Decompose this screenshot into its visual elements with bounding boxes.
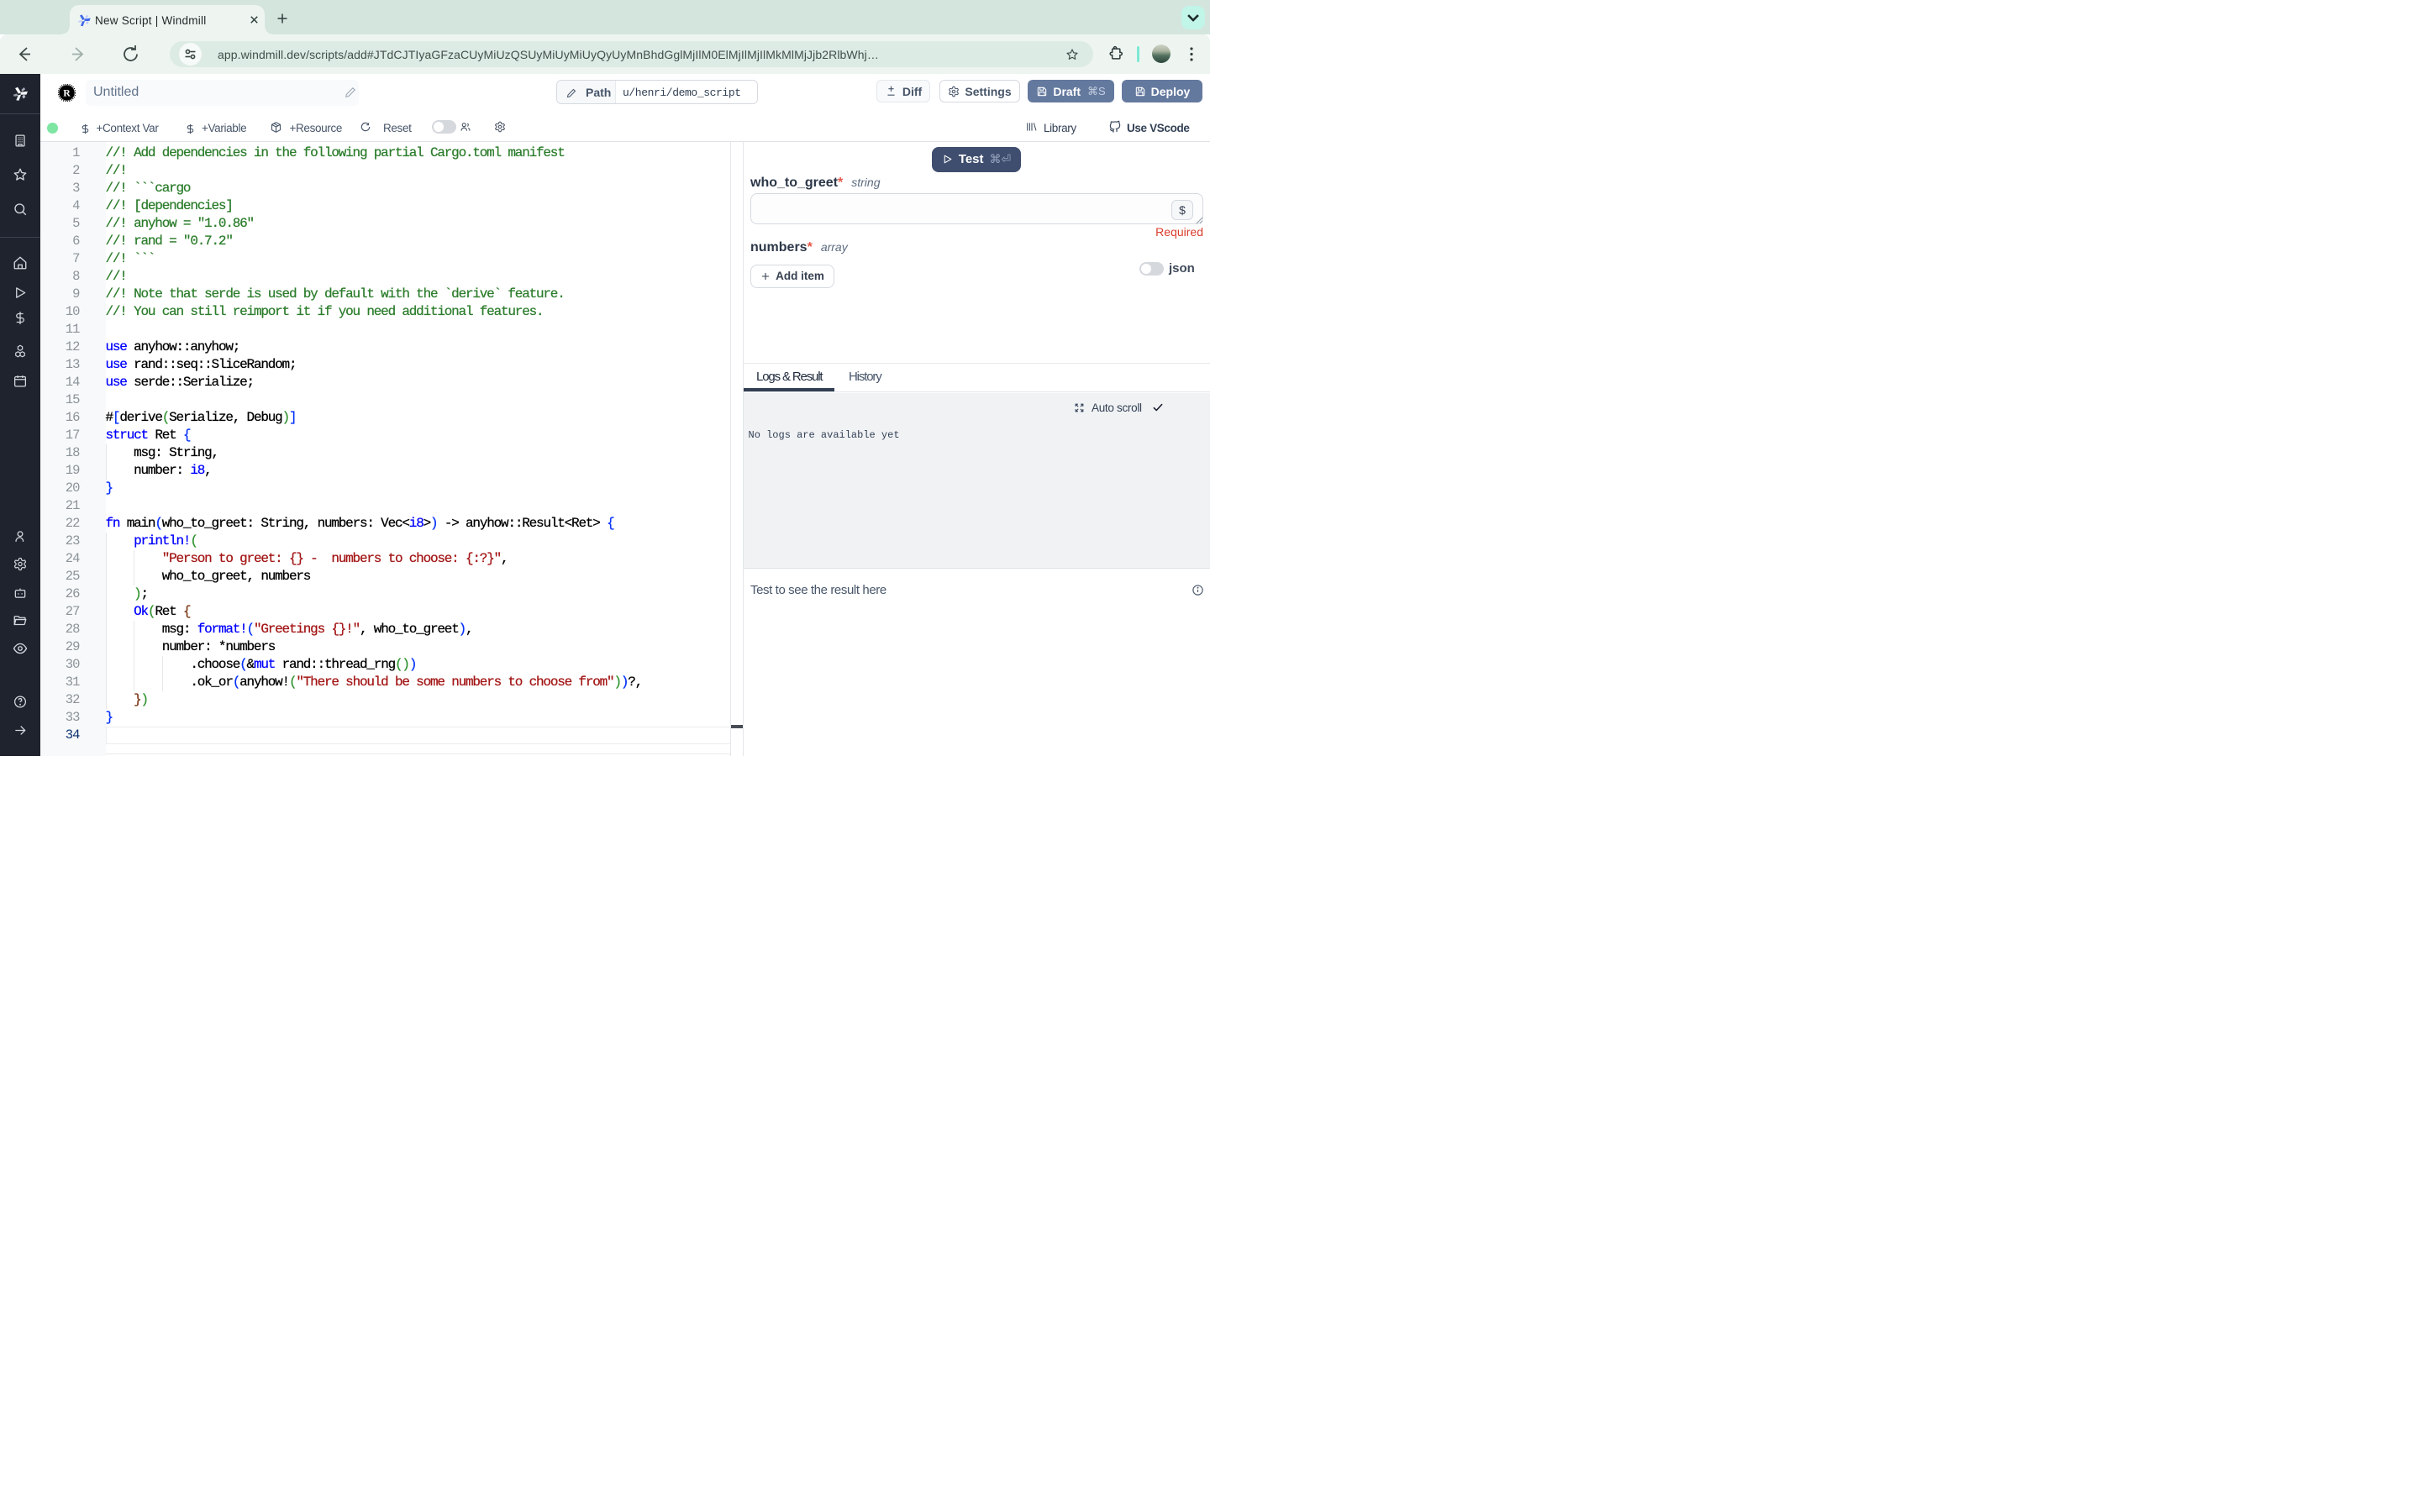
svg-text:R: R [63, 87, 71, 99]
